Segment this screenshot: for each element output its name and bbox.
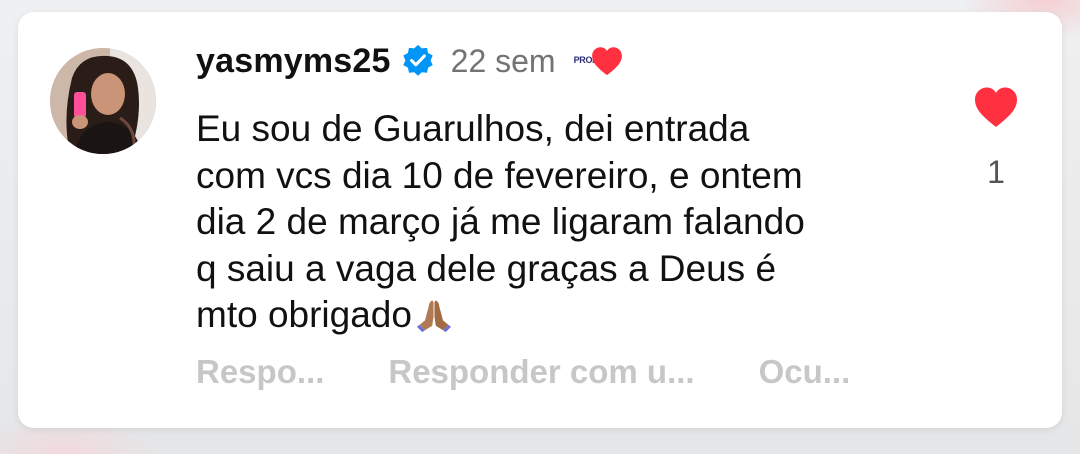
- username[interactable]: yasmyms25: [196, 42, 391, 81]
- comment-time: 22 sem: [450, 42, 556, 79]
- heart-icon[interactable]: [972, 84, 1020, 130]
- comment-body: Eu sou de Guarulhos, dei entrada com vcs…: [196, 108, 805, 335]
- heart-icon: [591, 47, 622, 76]
- hide-button[interactable]: Ocu...: [759, 353, 851, 391]
- avatar[interactable]: [50, 48, 156, 154]
- liked-by-creator-indicator: PROMA: [573, 43, 622, 79]
- comment-text: Eu sou de Guarulhos, dei entrada com vcs…: [196, 106, 926, 339]
- verified-badge-icon: [402, 44, 433, 76]
- comment-actions: Respo... Responder com u... Ocu...: [196, 350, 850, 394]
- reply-button[interactable]: Respo...: [196, 353, 324, 391]
- like-count[interactable]: 1: [968, 154, 1024, 191]
- reply-with-button[interactable]: Responder com u...: [388, 353, 694, 391]
- pray-icon: [416, 300, 452, 333]
- like-control: 1: [968, 84, 1024, 191]
- comment-card: yasmyms25 22 sem PROMA Eu sou de Guarulh…: [18, 12, 1062, 428]
- comment-header: yasmyms25 22 sem PROMA: [196, 38, 622, 84]
